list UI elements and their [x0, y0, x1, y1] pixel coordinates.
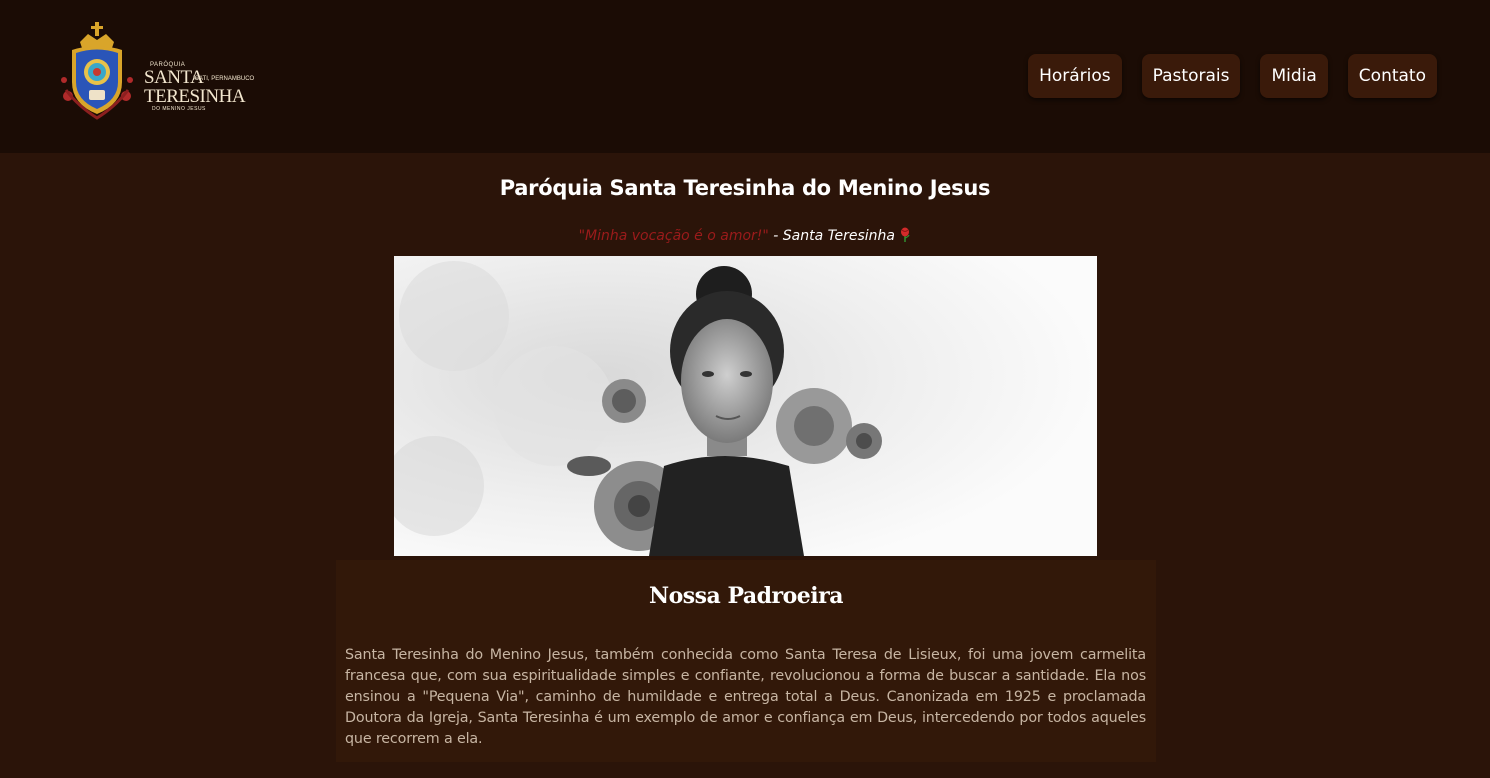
hero-image — [394, 256, 1097, 556]
quote: "Minha vocação é o amor!" - Santa Teresi… — [0, 227, 1490, 244]
quote-text: "Minha vocação é o amor!" — [578, 228, 769, 244]
card-title: Nossa Padroeira — [648, 583, 844, 609]
site-header: PARÓQUIA SANTA ICATI, PERNAMBUCO TERESIN… — [0, 0, 1490, 153]
quote-author: - Santa Teresinha — [768, 228, 900, 244]
logo-location: ICATI, PERNAMBUCO — [193, 76, 255, 82]
page-title: Paróquia Santa Teresinha do Menino Jesus — [499, 176, 991, 200]
portrait-photo — [394, 256, 1097, 556]
nav-button-midia[interactable]: Midia — [1260, 54, 1328, 98]
nav-button-pastorais[interactable]: Pastorais — [1141, 54, 1241, 98]
logo-small-bottom: DO MENINO JESUS — [152, 106, 206, 112]
card-text: Santa Teresinha do Menino Jesus, também … — [345, 647, 1146, 747]
logo-big-2: TERESINHA — [144, 86, 246, 107]
parish-logo[interactable]: PARÓQUIA SANTA ICATI, PERNAMBUCO TERESIN… — [58, 20, 258, 126]
main-nav: Horários Pastorais Midia Contato — [1028, 54, 1437, 98]
rose-icon — [901, 227, 910, 242]
coat-of-arms-icon — [61, 22, 133, 120]
patron-card: Nossa Padroeira Santa Teresinha do Menin… — [336, 560, 1156, 762]
logo-wordmark: PARÓQUIA SANTA ICATI, PERNAMBUCO TERESIN… — [144, 62, 254, 112]
nav-button-contato[interactable]: Contato — [1347, 54, 1437, 98]
nav-button-horarios[interactable]: Horários — [1028, 54, 1122, 98]
